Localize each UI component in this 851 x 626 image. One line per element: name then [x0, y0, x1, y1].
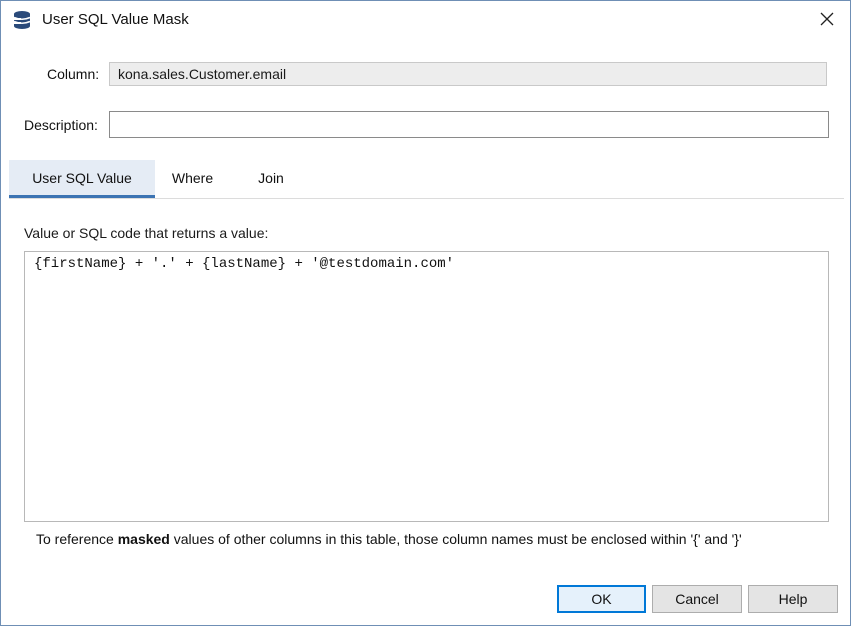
column-label: Column: — [47, 66, 100, 82]
tab-where[interactable]: Where — [159, 160, 226, 196]
tab-user-sql-value[interactable]: User SQL Value — [9, 160, 155, 198]
database-stack-icon — [12, 10, 32, 30]
description-label: Description: — [24, 117, 98, 133]
tab-bar: User SQL Value Where Join — [9, 160, 844, 199]
ok-button[interactable]: OK — [557, 585, 646, 613]
tab-join[interactable]: Join — [241, 160, 301, 196]
sql-value-label: Value or SQL code that returns a value: — [24, 225, 269, 241]
column-field: kona.sales.Customer.email — [109, 62, 827, 86]
hint-prefix: To reference — [36, 531, 118, 547]
hint-text: To reference masked values of other colu… — [36, 531, 742, 547]
close-button[interactable] — [804, 1, 850, 39]
cancel-button[interactable]: Cancel — [652, 585, 742, 613]
sql-code-editor[interactable]: {firstName} + '.' + {lastName} + '@testd… — [24, 251, 829, 522]
hint-suffix: values of other columns in this table, t… — [169, 531, 742, 547]
close-icon — [820, 12, 834, 29]
dialog-window: User SQL Value Mask Column: kona.sales.C… — [0, 0, 851, 626]
description-input[interactable] — [109, 111, 829, 138]
hint-emphasis: masked — [117, 531, 170, 547]
help-button[interactable]: Help — [748, 585, 838, 613]
title-bar[interactable]: User SQL Value Mask — [1, 1, 850, 39]
dialog-title: User SQL Value Mask — [42, 11, 189, 28]
